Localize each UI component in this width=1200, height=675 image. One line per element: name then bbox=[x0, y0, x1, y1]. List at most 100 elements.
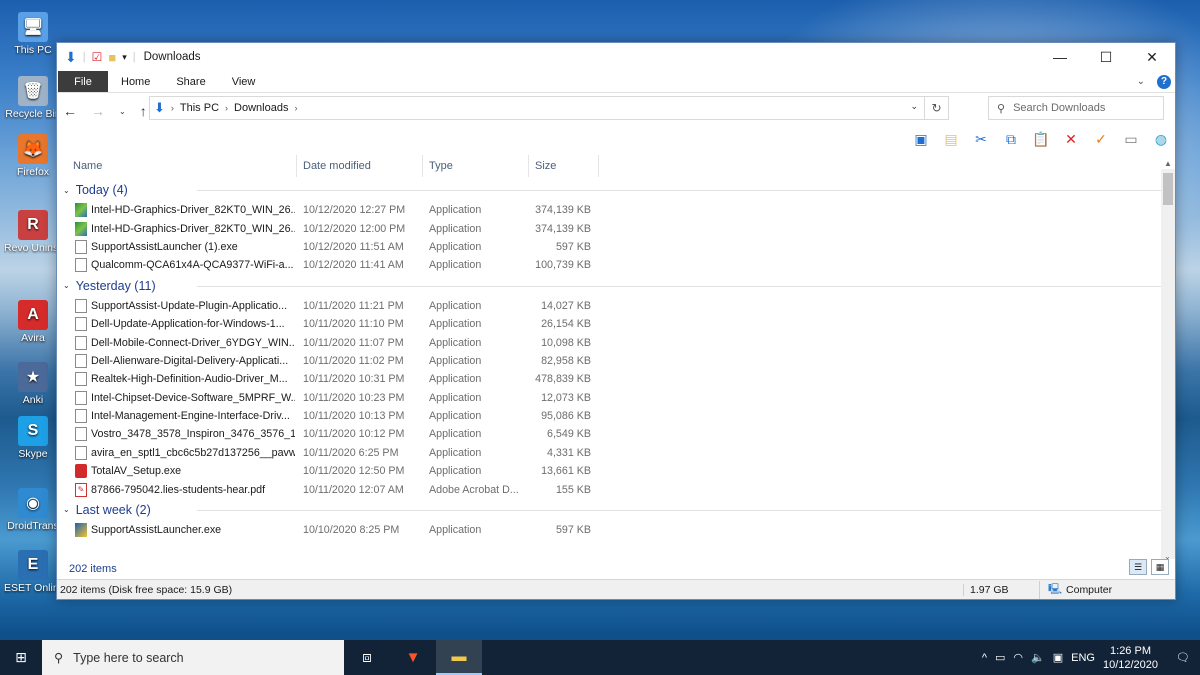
desktop-icon[interactable]: E ESET Online Scanner bbox=[4, 550, 62, 594]
maximize-button[interactable]: ☐ bbox=[1083, 43, 1129, 71]
close-button[interactable]: ✕ bbox=[1129, 43, 1175, 71]
preview-pane-icon[interactable]: ▣ bbox=[911, 129, 931, 149]
cut-icon[interactable]: ✂ bbox=[971, 129, 991, 149]
group-header[interactable]: ⌄ Yesterday (11) bbox=[57, 275, 1161, 297]
desktop-icon[interactable]: A Avira bbox=[4, 300, 62, 344]
brave-browser-button[interactable]: ▼ bbox=[390, 640, 436, 675]
ribbon-expand-icon[interactable]: ⌄ bbox=[1137, 76, 1145, 87]
column-size[interactable]: Size bbox=[529, 155, 599, 177]
tab-file[interactable]: File bbox=[58, 71, 108, 92]
file-row[interactable]: avira_en_sptl1_cbc6c5b27d137256__pavw...… bbox=[57, 444, 1161, 462]
file-row[interactable]: Intel-Management-Engine-Interface-Driv..… bbox=[57, 407, 1161, 425]
recent-locations-icon[interactable]: ⌄ bbox=[119, 107, 126, 116]
desktop-icon[interactable]: ★ Anki bbox=[4, 362, 62, 406]
file-date: 10/11/2020 11:10 PM bbox=[303, 318, 404, 331]
scrollbar-thumb[interactable] bbox=[1163, 173, 1173, 205]
volume-icon[interactable]: 🔈 bbox=[1031, 651, 1045, 664]
desktop-icon[interactable]: S Skype bbox=[4, 416, 62, 460]
file-row[interactable]: Dell-Update-Application-for-Windows-1...… bbox=[57, 315, 1161, 333]
group-header[interactable]: ⌄ Today (4) bbox=[57, 179, 1161, 201]
collapse-chevron-icon[interactable]: ⌄ bbox=[63, 281, 70, 290]
file-type: Adobe Acrobat D... bbox=[429, 483, 519, 496]
minimize-button[interactable]: — bbox=[1037, 43, 1083, 71]
file-row[interactable]: SupportAssistLauncher (1).exe 10/12/2020 … bbox=[57, 238, 1161, 256]
file-row[interactable]: Vostro_3478_3578_Inspiron_3476_3576_1.1.… bbox=[57, 425, 1161, 443]
column-name[interactable]: Name bbox=[67, 155, 297, 177]
file-date: 10/11/2020 11:21 PM bbox=[303, 299, 404, 312]
copy-icon[interactable]: ⧉ bbox=[1001, 129, 1021, 149]
vertical-scrollbar[interactable]: ▲ ⌄ bbox=[1161, 159, 1175, 561]
refresh-button[interactable]: ↻ bbox=[924, 97, 948, 119]
language-indicator[interactable]: ENG bbox=[1071, 652, 1095, 664]
start-button[interactable]: ⊞ bbox=[0, 640, 42, 675]
details-view-button[interactable]: ☰ bbox=[1129, 559, 1147, 575]
collapse-chevron-icon[interactable]: ⌄ bbox=[63, 505, 70, 514]
file-type: Application bbox=[429, 222, 482, 235]
large-icons-view-button[interactable]: ▦ bbox=[1151, 559, 1169, 575]
tab-home[interactable]: Home bbox=[108, 71, 163, 92]
clock[interactable]: 1:26 PM 10/12/2020 bbox=[1103, 644, 1158, 672]
search-icon: ⚲ bbox=[54, 651, 64, 665]
delete-icon[interactable]: ✕ bbox=[1061, 129, 1081, 149]
desktop-icon[interactable]: 🗑 Recycle Bin bbox=[4, 76, 62, 120]
file-row[interactable]: SupportAssistLauncher.exe 10/10/2020 8:25… bbox=[57, 521, 1161, 539]
file-row[interactable]: Intel-HD-Graphics-Driver_82KT0_WIN_26...… bbox=[57, 201, 1161, 219]
file-name: Intel-Management-Engine-Interface-Driv..… bbox=[91, 410, 290, 423]
checkmark-icon[interactable]: ✓ bbox=[1091, 129, 1111, 149]
taskbar-search-input[interactable]: Type here to search bbox=[73, 651, 183, 665]
file-row[interactable]: Intel-HD-Graphics-Driver_82KT0_WIN_26...… bbox=[57, 219, 1161, 237]
status-location: Computer bbox=[1066, 583, 1113, 596]
search-box[interactable]: ⚲ Search Downloads bbox=[988, 96, 1164, 120]
file-row[interactable]: Qualcomm-QCA61x4A-QCA9377-WiFi-a... 10/12… bbox=[57, 256, 1161, 274]
notification-icon[interactable]: 🗨 bbox=[1176, 651, 1190, 664]
file-row[interactable]: Intel-Chipset-Device-Software_5MPRF_W...… bbox=[57, 389, 1161, 407]
new-folder-icon[interactable]: ■ bbox=[108, 50, 116, 65]
collapse-chevron-icon[interactable]: ⌄ bbox=[63, 186, 70, 195]
help-icon[interactable]: ? bbox=[1157, 74, 1171, 89]
file-row[interactable]: ✎ 87866-795042.lies-students-hear.pdf 10/1… bbox=[57, 480, 1161, 498]
file-name: Intel-HD-Graphics-Driver_82KT0_WIN_26...… bbox=[91, 204, 295, 217]
file-row[interactable]: Dell-Mobile-Connect-Driver_6YDGY_WIN... 1… bbox=[57, 333, 1161, 351]
file-row[interactable]: Dell-Alienware-Digital-Delivery-Applicat… bbox=[57, 352, 1161, 370]
desktop-icon[interactable]: 🖥 This PC bbox=[4, 12, 62, 56]
file-type: Application bbox=[429, 446, 482, 459]
breadcrumb-this-pc[interactable]: This PC bbox=[180, 102, 219, 114]
group-header[interactable]: ⌄ Last week (2) bbox=[57, 499, 1161, 521]
paste-icon[interactable]: 📋 bbox=[1031, 129, 1051, 149]
address-bar[interactable]: ⬇ › This PC › Downloads › ⌄ ↻ bbox=[149, 96, 949, 120]
desktop-icon[interactable]: 🦊 Firefox bbox=[4, 134, 62, 178]
file-row[interactable]: Realtek-High-Definition-Audio-Driver_M..… bbox=[57, 370, 1161, 388]
qat-dropdown-icon[interactable]: ▾ bbox=[122, 52, 127, 63]
search-input[interactable]: Search Downloads bbox=[1013, 102, 1105, 114]
breadcrumb-downloads[interactable]: Downloads bbox=[234, 102, 288, 114]
desktop-icon[interactable]: ◉ DroidTrans bbox=[4, 488, 62, 532]
title-bar[interactable]: ⬇ | ☑ ■ ▾ | Downloads — ☐ ✕ bbox=[57, 43, 1175, 71]
network-icon[interactable]: ▣ bbox=[1053, 651, 1063, 664]
tab-share[interactable]: Share bbox=[163, 71, 218, 92]
address-dropdown-icon[interactable]: ⌄ bbox=[910, 101, 918, 112]
chevron-up-icon[interactable]: ^ bbox=[982, 652, 987, 664]
view-options-icon[interactable]: ▤ bbox=[941, 129, 961, 149]
wifi-icon[interactable]: ◠ bbox=[1013, 651, 1023, 664]
battery-icon[interactable]: ▭ bbox=[995, 651, 1005, 664]
column-type[interactable]: Type bbox=[423, 155, 529, 177]
file-type: Application bbox=[429, 354, 482, 367]
properties-icon[interactable]: ☑ bbox=[92, 50, 103, 64]
application-file-icon bbox=[75, 445, 87, 460]
desktop-icon[interactable]: R Revo Uninstaller bbox=[4, 210, 62, 254]
tab-view[interactable]: View bbox=[219, 71, 269, 92]
scroll-up-icon[interactable]: ▲ bbox=[1164, 159, 1172, 168]
file-row[interactable]: SupportAssist-Update-Plugin-Applicatio..… bbox=[57, 297, 1161, 315]
up-button[interactable]: ↑ bbox=[140, 103, 147, 119]
file-row[interactable]: TotalAV_Setup.exe 10/11/2020 12:50 PM Appl… bbox=[57, 462, 1161, 480]
taskbar-search[interactable]: ⚲ Type here to search bbox=[42, 640, 344, 675]
back-button[interactable]: ← bbox=[63, 103, 77, 119]
download-arrow-icon: ⬇ bbox=[65, 48, 77, 65]
rename-icon[interactable]: ▭ bbox=[1121, 129, 1141, 149]
task-view-button[interactable]: ⧈ bbox=[344, 640, 390, 675]
group-label: Yesterday (11) bbox=[75, 278, 156, 293]
file-explorer-button[interactable]: ▬ bbox=[436, 640, 482, 675]
globe-icon[interactable]: ◍ bbox=[1151, 129, 1171, 149]
forward-button[interactable]: → bbox=[91, 103, 105, 119]
column-date-modified[interactable]: Date modified bbox=[297, 155, 423, 177]
